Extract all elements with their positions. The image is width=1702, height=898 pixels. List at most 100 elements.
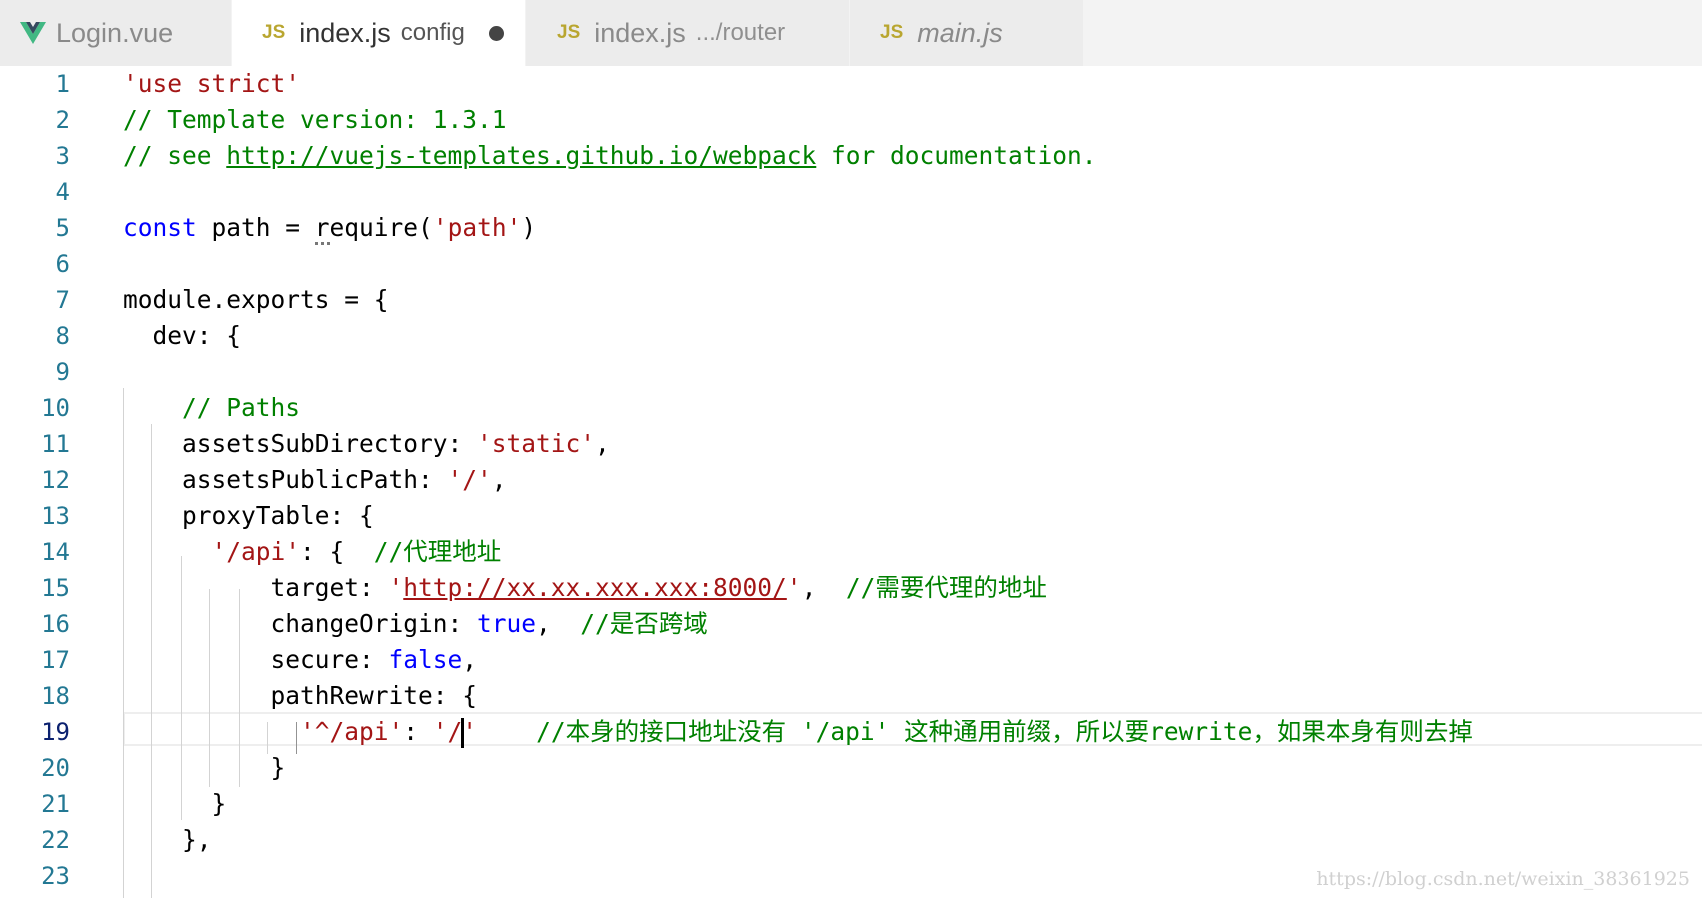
code-token: assetsSubDirectory: (123, 429, 478, 458)
code-token: proxyTable: { (123, 501, 374, 530)
code-line[interactable]: 13 proxyTable: { (0, 498, 1702, 534)
code-line[interactable]: 8 dev: { (0, 318, 1702, 354)
code-editor[interactable]: 1 'use strict' 2 // Template version: 1.3.1… (0, 66, 1702, 898)
line-number: 17 (41, 646, 70, 674)
code-token: '/api' (123, 537, 301, 566)
code-token: '^/api' (123, 717, 404, 746)
code-line[interactable]: 18 pathRewrite: { (0, 678, 1702, 714)
code-token: 'static' (477, 429, 596, 458)
code-token: } (123, 753, 286, 782)
line-number: 3 (55, 142, 70, 170)
line-number: 4 (55, 178, 70, 206)
code-text: assetsPublicPath: '/', (123, 462, 507, 498)
code-token: , (491, 465, 507, 494)
tab-label: Login.vue (56, 17, 174, 48)
tab-bar: Login.vue JS index.js config JS index.js… (0, 0, 1702, 66)
code-token[interactable]: http://vuejs-templates.github.io/webpack (226, 141, 816, 170)
code-text: proxyTable: { (123, 498, 374, 534)
tab-label: main.js (917, 17, 1003, 48)
code-token: assetsPublicPath: (123, 465, 448, 494)
code-token: changeOrigin: (123, 609, 478, 638)
line-number: 18 (41, 682, 70, 710)
line-number: 5 (55, 214, 70, 242)
code-line[interactable]: 22 }, (0, 822, 1702, 858)
line-number: 14 (41, 538, 70, 566)
code-text: target: 'http://xx.xx.xxx.xxx:8000/', //… (123, 570, 1047, 606)
code-line[interactable]: 3 // see http://vuejs-templates.github.io… (0, 138, 1702, 174)
code-line[interactable]: 11 assetsSubDirectory: 'static', (0, 426, 1702, 462)
code-text: } (123, 786, 227, 822)
code-token: false (388, 645, 463, 674)
code-token: module.exports = { (123, 285, 389, 314)
code-token[interactable]: http://xx.xx.xxx.xxx:8000/ (403, 573, 787, 602)
code-line[interactable]: 5 const path = require('path') (0, 210, 1702, 246)
code-text: // Paths (123, 390, 300, 426)
code-token: ' (786, 573, 802, 602)
line-number: 2 (55, 106, 70, 134)
code-line[interactable]: 4 (0, 174, 1702, 210)
code-line[interactable]: 20 } (0, 750, 1702, 786)
code-token: , (595, 429, 610, 458)
code-token: : (403, 717, 433, 746)
code-text: // see http://vuejs-templates.github.io/… (123, 138, 1097, 174)
code-text: // Template version: 1.3.1 (123, 102, 507, 138)
line-number: 22 (41, 826, 70, 854)
code-line[interactable]: 1 'use strict' (0, 66, 1702, 102)
code-token: // Template version: 1.3.1 (123, 105, 507, 134)
code-text: '^/api': '/' //本身的接口地址没有 '/api' 这种通用前缀，所… (123, 714, 1473, 750)
line-number: 6 (55, 250, 70, 278)
code-line[interactable]: 7 module.exports = { (0, 282, 1702, 318)
code-line[interactable]: 15 target: 'http://xx.xx.xxx.xxx:8000/',… (0, 570, 1702, 606)
line-number: 23 (41, 862, 70, 890)
line-number: 10 (41, 394, 70, 422)
code-line[interactable]: 6 (0, 246, 1702, 282)
code-line[interactable]: 19 '^/api': '/' //本身的接口地址没有 '/api' 这种通用前… (0, 714, 1702, 750)
code-text: 'use strict' (123, 66, 300, 102)
line-number: 20 (41, 754, 70, 782)
code-text: '/api': { //代理地址 (123, 534, 502, 570)
code-line[interactable]: 2 // Template version: 1.3.1 (0, 102, 1702, 138)
code-text: }, (123, 822, 212, 858)
code-line[interactable]: 12 assetsPublicPath: '/', (0, 462, 1702, 498)
line-number: 21 (41, 790, 70, 818)
line-number: 13 (41, 502, 70, 530)
code-token: //本身的接口地址没有 '/api' 这种通用前缀，所以要rewrite，如果本… (536, 717, 1473, 746)
line-number: 11 (41, 430, 70, 458)
line-number: 1 (55, 70, 70, 98)
tab-description: .../router (695, 19, 786, 46)
code-token: secure: (123, 645, 389, 674)
tab-index-js-config[interactable]: JS index.js config (232, 0, 526, 66)
tab-main-js[interactable]: JS main.js (850, 0, 1084, 66)
code-token: '/' (447, 465, 492, 494)
code-line[interactable]: 9 (0, 354, 1702, 390)
code-token: // see (123, 141, 227, 170)
code-token: '/ (432, 717, 463, 746)
tab-index-js-router[interactable]: JS index.js .../router (526, 0, 850, 66)
code-token: target: (123, 573, 389, 602)
vue-icon (20, 22, 46, 44)
code-token: , (462, 645, 478, 674)
tab-description: config (400, 19, 465, 46)
code-text: secure: false, (123, 642, 478, 678)
code-line[interactable]: 10 // Paths (0, 390, 1702, 426)
watermark: https://blog.csdn.net/weixin_38361925 (1316, 868, 1690, 890)
code-line[interactable]: 14 '/api': { //代理地址 (0, 534, 1702, 570)
line-number: 16 (41, 610, 70, 638)
code-line[interactable]: 17 secure: false, (0, 642, 1702, 678)
code-token: 'use strict' (123, 69, 301, 98)
code-text: assetsSubDirectory: 'static', (123, 426, 610, 462)
line-number: 12 (41, 466, 70, 494)
code-line[interactable]: 21 } (0, 786, 1702, 822)
line-number: 19 (41, 718, 70, 746)
tab-label: index.js (299, 17, 391, 48)
line-number: 9 (55, 358, 70, 386)
code-line[interactable]: 16 changeOrigin: true, //是否跨域 (0, 606, 1702, 642)
unsaved-dot-icon[interactable] (488, 25, 504, 41)
code-token: for documentation. (816, 141, 1097, 170)
code-token: equire( (329, 213, 433, 242)
code-token: ) (521, 213, 537, 242)
code-text: } (123, 750, 286, 786)
tab-login-vue[interactable]: Login.vue (0, 0, 232, 66)
line-number: 8 (55, 322, 70, 350)
code-token: pathRewrite: { (123, 681, 478, 710)
